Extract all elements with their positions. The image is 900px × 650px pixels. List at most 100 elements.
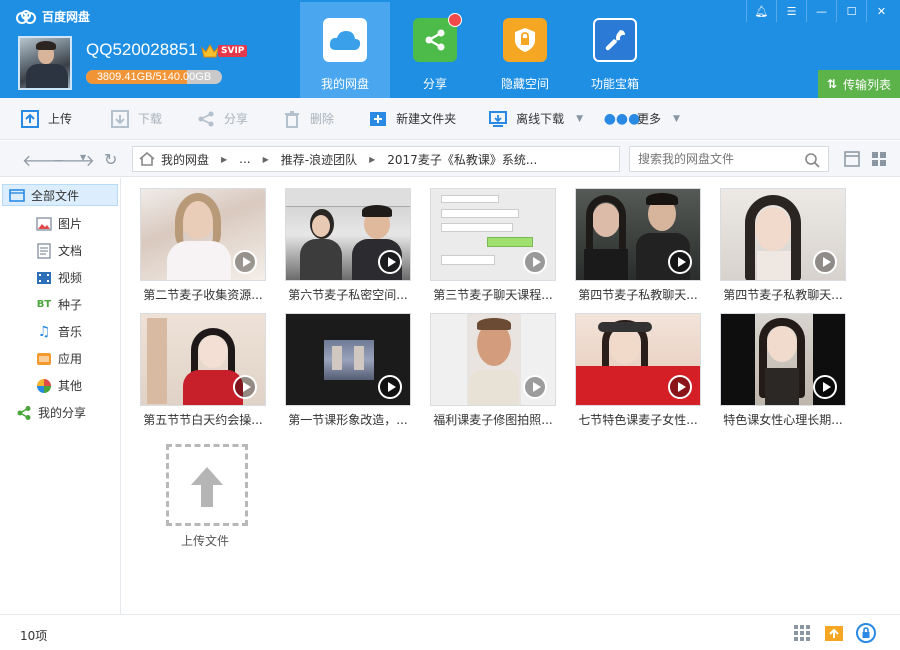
file-name[interactable]: 特色课女性心理长期... bbox=[720, 411, 846, 428]
chevron-down-icon[interactable]: ▼ bbox=[673, 114, 680, 124]
sidebar-item-images[interactable]: 图片 bbox=[0, 210, 120, 237]
folder-icon bbox=[9, 187, 25, 203]
breadcrumb: 我的网盘 ▶ ... ▶ 推荐-浪迹团队 ▶ 2017麦子《私教课》系统... bbox=[132, 146, 620, 172]
security-lock-icon[interactable] bbox=[856, 623, 876, 643]
sidebar-item-label: 我的分享 bbox=[38, 406, 87, 420]
breadcrumb-level1[interactable]: 推荐-浪迹团队 bbox=[281, 151, 357, 168]
video-thumbnail bbox=[720, 313, 846, 406]
file-name[interactable]: 第二节麦子收集资源... bbox=[140, 286, 266, 303]
new-folder-label: 新建文件夹 bbox=[396, 112, 457, 126]
nav-label: 隐藏空间 bbox=[500, 77, 549, 91]
refresh-icon[interactable]: ↻ bbox=[104, 150, 117, 169]
offline-download-label: 离线下载 bbox=[516, 112, 565, 126]
other-icon bbox=[36, 378, 52, 394]
sidebar-item-label: 全部文件 bbox=[31, 188, 80, 203]
transfer-list-button[interactable]: ⇅ 传输列表 bbox=[818, 70, 900, 98]
play-icon[interactable] bbox=[523, 250, 547, 274]
video-thumbnail bbox=[285, 188, 411, 281]
app-brand: 百度网盘 bbox=[16, 8, 90, 25]
file-name[interactable]: 第一节课形象改造，... bbox=[285, 411, 411, 428]
search-input[interactable] bbox=[638, 152, 798, 166]
music-icon: ♫ bbox=[37, 323, 51, 340]
breadcrumb-separator-icon: ▶ bbox=[221, 154, 228, 164]
notification-bell-icon[interactable]: 🔔︎ bbox=[746, 0, 776, 22]
upload-arrow-icon bbox=[191, 467, 223, 507]
file-name[interactable]: 第四节麦子私教聊天... bbox=[575, 286, 701, 303]
upload-icon bbox=[20, 109, 40, 129]
play-icon[interactable] bbox=[668, 250, 692, 274]
play-icon[interactable] bbox=[523, 375, 547, 399]
upload-file-tile[interactable] bbox=[166, 444, 248, 526]
menu-icon[interactable]: ☰ bbox=[776, 0, 806, 22]
breadcrumb-level2[interactable]: 2017麦子《私教课》系统... bbox=[387, 151, 537, 168]
chevron-down-icon[interactable]: ▼ bbox=[576, 114, 583, 124]
address-bar: 🡐 🡒 ▼ ↻ 我的网盘 ▶ ... ▶ 推荐-浪迹团队 ▶ 2017麦子《私教… bbox=[0, 141, 900, 177]
file-name[interactable]: 福利课麦子修图拍照... bbox=[430, 411, 556, 428]
new-folder-button[interactable]: 新建文件夹 bbox=[368, 109, 456, 129]
sidebar-item-documents[interactable]: 文档 bbox=[0, 237, 120, 264]
list-view-icon[interactable] bbox=[844, 151, 860, 167]
search-box bbox=[629, 146, 829, 172]
minimize-icon[interactable]: — bbox=[806, 0, 836, 22]
breadcrumb-root[interactable]: 我的网盘 bbox=[161, 151, 209, 168]
sidebar-item-label: 文档 bbox=[58, 244, 83, 258]
file-name[interactable]: 第六节麦子私密空间... bbox=[285, 286, 411, 303]
video-thumbnail bbox=[575, 313, 701, 406]
home-icon[interactable] bbox=[139, 152, 155, 166]
nav-share[interactable]: 分享 bbox=[390, 2, 480, 98]
breadcrumb-ellipsis[interactable]: ... bbox=[239, 152, 250, 166]
app-grid-icon[interactable] bbox=[792, 623, 812, 643]
offline-download-button[interactable]: 离线下载 ▼ bbox=[488, 109, 583, 129]
nav-label: 分享 bbox=[422, 77, 447, 91]
close-icon[interactable]: ✕ bbox=[866, 0, 896, 22]
lock-icon bbox=[503, 18, 547, 62]
sidebar-item-all-files[interactable]: 全部文件 bbox=[2, 184, 118, 206]
upload-file-label[interactable]: 上传文件 bbox=[138, 532, 272, 549]
search-icon[interactable] bbox=[804, 152, 820, 168]
sidebar-item-other[interactable]: 其他 bbox=[0, 372, 120, 399]
transfer-label: 传输列表 bbox=[843, 77, 892, 92]
file-name[interactable]: 第五节节白天约会操... bbox=[140, 411, 266, 428]
download-icon bbox=[110, 109, 130, 129]
sidebar: 全部文件 图片 文档 视频 BT 种子 ♫ 音乐 应用 其他 我的分享 bbox=[0, 178, 121, 614]
sidebar-item-torrents[interactable]: BT 种子 bbox=[0, 291, 120, 318]
nav-my-disk[interactable]: 我的网盘 bbox=[300, 2, 390, 98]
download-button[interactable]: 下载 bbox=[110, 109, 162, 129]
file-name[interactable]: 第三节麦子聊天课程... bbox=[430, 286, 556, 303]
share-button[interactable]: 分享 bbox=[196, 109, 248, 129]
app-title: 百度网盘 bbox=[42, 10, 91, 24]
upload-button[interactable]: 上传 bbox=[20, 109, 72, 129]
video-thumbnail bbox=[430, 313, 556, 406]
sidebar-item-videos[interactable]: 视频 bbox=[0, 264, 120, 291]
delete-button[interactable]: 删除 bbox=[282, 109, 334, 129]
play-icon[interactable] bbox=[378, 250, 402, 274]
sidebar-item-my-share[interactable]: 我的分享 bbox=[0, 399, 120, 426]
upload-folder-icon[interactable] bbox=[824, 623, 844, 643]
file-name[interactable]: 七节特色课麦子女性... bbox=[575, 411, 701, 428]
nav-toolbox[interactable]: 功能宝箱 bbox=[570, 2, 660, 98]
play-icon[interactable] bbox=[233, 250, 257, 274]
sidebar-item-apps[interactable]: 应用 bbox=[0, 345, 120, 372]
svip-badge[interactable]: SVIP bbox=[200, 42, 248, 60]
forward-arrow-icon[interactable]: 🡒 bbox=[52, 150, 95, 170]
play-icon[interactable] bbox=[813, 250, 837, 274]
play-icon[interactable] bbox=[813, 375, 837, 399]
sidebar-item-label: 种子 bbox=[58, 298, 83, 312]
nav-hidden-space[interactable]: 隐藏空间 bbox=[480, 2, 570, 98]
cloud-icon bbox=[323, 18, 367, 62]
video-icon bbox=[36, 270, 52, 286]
file-name[interactable]: 第四节麦子私教聊天... bbox=[720, 286, 846, 303]
sidebar-item-music[interactable]: ♫ 音乐 bbox=[0, 318, 120, 345]
play-icon[interactable] bbox=[668, 375, 692, 399]
video-thumbnail bbox=[430, 188, 556, 281]
play-icon[interactable] bbox=[233, 375, 257, 399]
grid-view-icon[interactable] bbox=[871, 151, 887, 167]
history-dropdown-icon[interactable]: ▼ bbox=[80, 153, 86, 162]
avatar[interactable] bbox=[18, 36, 72, 90]
username[interactable]: QQ520028851 bbox=[86, 40, 198, 60]
app-icon bbox=[36, 351, 52, 367]
maximize-icon[interactable]: ☐ bbox=[836, 0, 866, 22]
bt-icon: BT bbox=[36, 299, 52, 310]
more-button[interactable]: ●●● 更多 ▼ bbox=[604, 109, 680, 129]
play-icon[interactable] bbox=[378, 375, 402, 399]
